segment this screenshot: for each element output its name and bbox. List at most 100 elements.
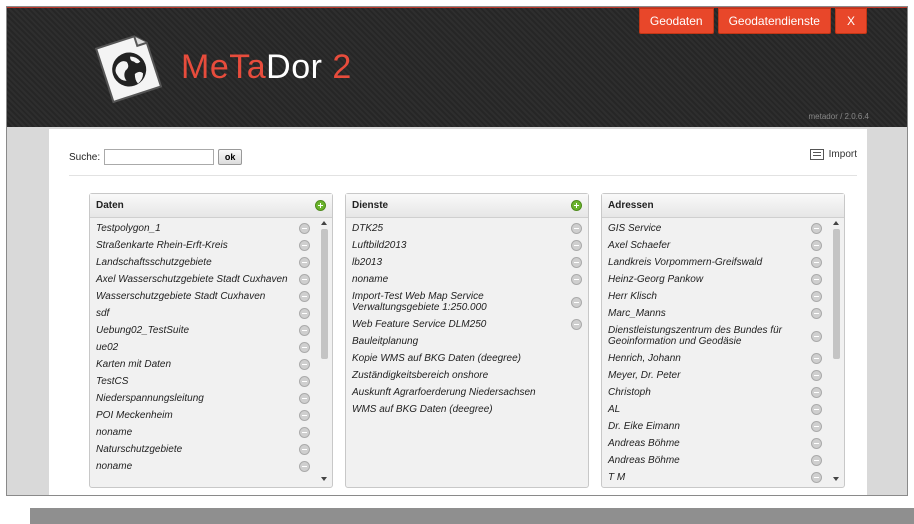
list-item-label: sdf	[96, 308, 110, 319]
list-item[interactable]: GIS Service	[602, 220, 844, 237]
list-item-label: Axel Wasserschutzgebiete Stadt Cuxhaven	[96, 274, 288, 285]
scroll-up-arrow-icon[interactable]	[321, 221, 327, 225]
remove-item-icon[interactable]	[811, 387, 822, 398]
list-item[interactable]: Niederspannungsleitung	[90, 390, 332, 407]
remove-item-icon[interactable]	[571, 240, 582, 251]
search-input[interactable]	[104, 149, 215, 165]
list-item[interactable]: Marc_Manns	[602, 305, 844, 322]
remove-item-icon[interactable]	[811, 421, 822, 432]
list-item[interactable]: lb2013	[346, 254, 588, 271]
remove-item-icon[interactable]	[299, 223, 310, 234]
list-item[interactable]: Naturschutzgebiete	[90, 441, 332, 458]
remove-item-icon[interactable]	[299, 342, 310, 353]
list-item[interactable]: sdf	[90, 305, 332, 322]
list-item-label: Uebung02_TestSuite	[96, 325, 190, 336]
remove-item-icon[interactable]	[811, 330, 822, 342]
remove-item-icon[interactable]	[299, 461, 310, 472]
list-item-label: Import-Test Web Map Service Verwaltungsg…	[352, 291, 487, 313]
list-item[interactable]: Bauleitplanung	[346, 333, 588, 350]
list-item[interactable]: Uebung02_TestSuite	[90, 322, 332, 339]
list-item[interactable]: Zuständigkeitsbereich onshore	[346, 367, 588, 384]
remove-item-icon[interactable]	[299, 257, 310, 268]
import-link[interactable]: Import	[809, 149, 857, 160]
scroll-thumb[interactable]	[833, 229, 840, 359]
list-item[interactable]: Karten mit Daten	[90, 356, 332, 373]
remove-item-icon[interactable]	[811, 291, 822, 302]
list-item[interactable]: Auskunft Agrarfoerderung Niedersachsen	[346, 384, 588, 401]
list-item[interactable]: Landschaftsschutzgebiete	[90, 254, 332, 271]
list-item[interactable]: Luftbild2013	[346, 237, 588, 254]
remove-item-icon[interactable]	[811, 404, 822, 415]
list-item[interactable]: Dr. Eike Eimann	[602, 418, 844, 435]
list-item[interactable]: Christoph	[602, 384, 844, 401]
remove-item-icon[interactable]	[811, 308, 822, 319]
adressen-panel-header: Adressen	[602, 194, 844, 218]
list-item[interactable]: AL	[602, 401, 844, 418]
list-item[interactable]: DTK25	[346, 220, 588, 237]
remove-item-icon[interactable]	[571, 257, 582, 268]
search-ok-button[interactable]: ok	[218, 149, 243, 165]
remove-item-icon[interactable]	[571, 296, 582, 308]
list-item[interactable]: Wasserschutzgebiete Stadt Cuxhaven	[90, 288, 332, 305]
remove-item-icon[interactable]	[811, 223, 822, 234]
add-daten-icon[interactable]	[315, 200, 326, 211]
list-item[interactable]: Axel Wasserschutzgebiete Stadt Cuxhaven	[90, 271, 332, 288]
list-item-label: noname	[96, 427, 133, 438]
remove-item-icon[interactable]	[299, 410, 310, 421]
remove-item-icon[interactable]	[299, 291, 310, 302]
scroll-up-arrow-icon[interactable]	[833, 221, 839, 225]
remove-item-icon[interactable]	[299, 427, 310, 438]
remove-item-icon[interactable]	[299, 240, 310, 251]
list-item[interactable]: Heinz-Georg Pankow	[602, 271, 844, 288]
list-item[interactable]: noname	[346, 271, 588, 288]
list-item[interactable]: Testpolygon_1	[90, 220, 332, 237]
remove-item-icon[interactable]	[811, 257, 822, 268]
remove-item-icon[interactable]	[299, 359, 310, 370]
list-item[interactable]: Web Feature Service DLM250	[346, 316, 588, 333]
list-item[interactable]: Andreas Böhme	[602, 452, 844, 469]
remove-item-icon[interactable]	[299, 444, 310, 455]
list-item[interactable]: noname	[90, 424, 332, 441]
remove-item-icon[interactable]	[811, 370, 822, 381]
remove-item-icon[interactable]	[811, 438, 822, 449]
remove-item-icon[interactable]	[571, 274, 582, 285]
geodaten-button[interactable]: Geodaten	[638, 8, 714, 34]
remove-item-icon[interactable]	[299, 325, 310, 336]
geodatendienste-button[interactable]: Geodatendienste	[717, 8, 831, 34]
list-item[interactable]: POI Meckenheim	[90, 407, 332, 424]
list-item[interactable]: Herr Klisch	[602, 288, 844, 305]
remove-item-icon[interactable]	[811, 240, 822, 251]
list-item[interactable]: Andreas Böhme	[602, 435, 844, 452]
remove-item-icon[interactable]	[571, 223, 582, 234]
daten-scrollbar[interactable]	[319, 221, 329, 483]
list-item[interactable]: T M	[602, 469, 844, 486]
list-item[interactable]: noname	[90, 458, 332, 475]
remove-item-icon[interactable]	[811, 274, 822, 285]
adressen-scrollbar[interactable]	[831, 221, 841, 483]
list-item[interactable]: Meyer, Dr. Peter	[602, 367, 844, 384]
list-item[interactable]: Landkreis Vorpommern-Greifswald	[602, 254, 844, 271]
scroll-down-arrow-icon[interactable]	[833, 477, 839, 481]
list-item[interactable]: Kopie WMS auf BKG Daten (deegree)	[346, 350, 588, 367]
remove-item-icon[interactable]	[299, 376, 310, 387]
remove-item-icon[interactable]	[299, 274, 310, 285]
scroll-down-arrow-icon[interactable]	[321, 477, 327, 481]
list-item[interactable]: Henrich, Johann	[602, 350, 844, 367]
list-item[interactable]: TestCS	[90, 373, 332, 390]
list-item[interactable]: Import-Test Web Map Service Verwaltungsg…	[346, 288, 588, 316]
list-item[interactable]: Straßenkarte Rhein-Erft-Kreis	[90, 237, 332, 254]
list-item-label: T M	[608, 472, 626, 483]
remove-item-icon[interactable]	[299, 308, 310, 319]
remove-item-icon[interactable]	[811, 455, 822, 466]
remove-item-icon[interactable]	[811, 353, 822, 364]
add-dienst-icon[interactable]	[571, 200, 582, 211]
scroll-thumb[interactable]	[321, 229, 328, 359]
remove-item-icon[interactable]	[811, 472, 822, 483]
remove-item-icon[interactable]	[571, 319, 582, 330]
list-item[interactable]: Dienstleistungszentrum des Bundes für Ge…	[602, 322, 844, 350]
remove-item-icon[interactable]	[299, 393, 310, 404]
list-item[interactable]: ue02	[90, 339, 332, 356]
list-item[interactable]: Axel Schaefer	[602, 237, 844, 254]
list-item[interactable]: WMS auf BKG Daten (deegree)	[346, 401, 588, 418]
close-button[interactable]: X	[834, 8, 867, 34]
